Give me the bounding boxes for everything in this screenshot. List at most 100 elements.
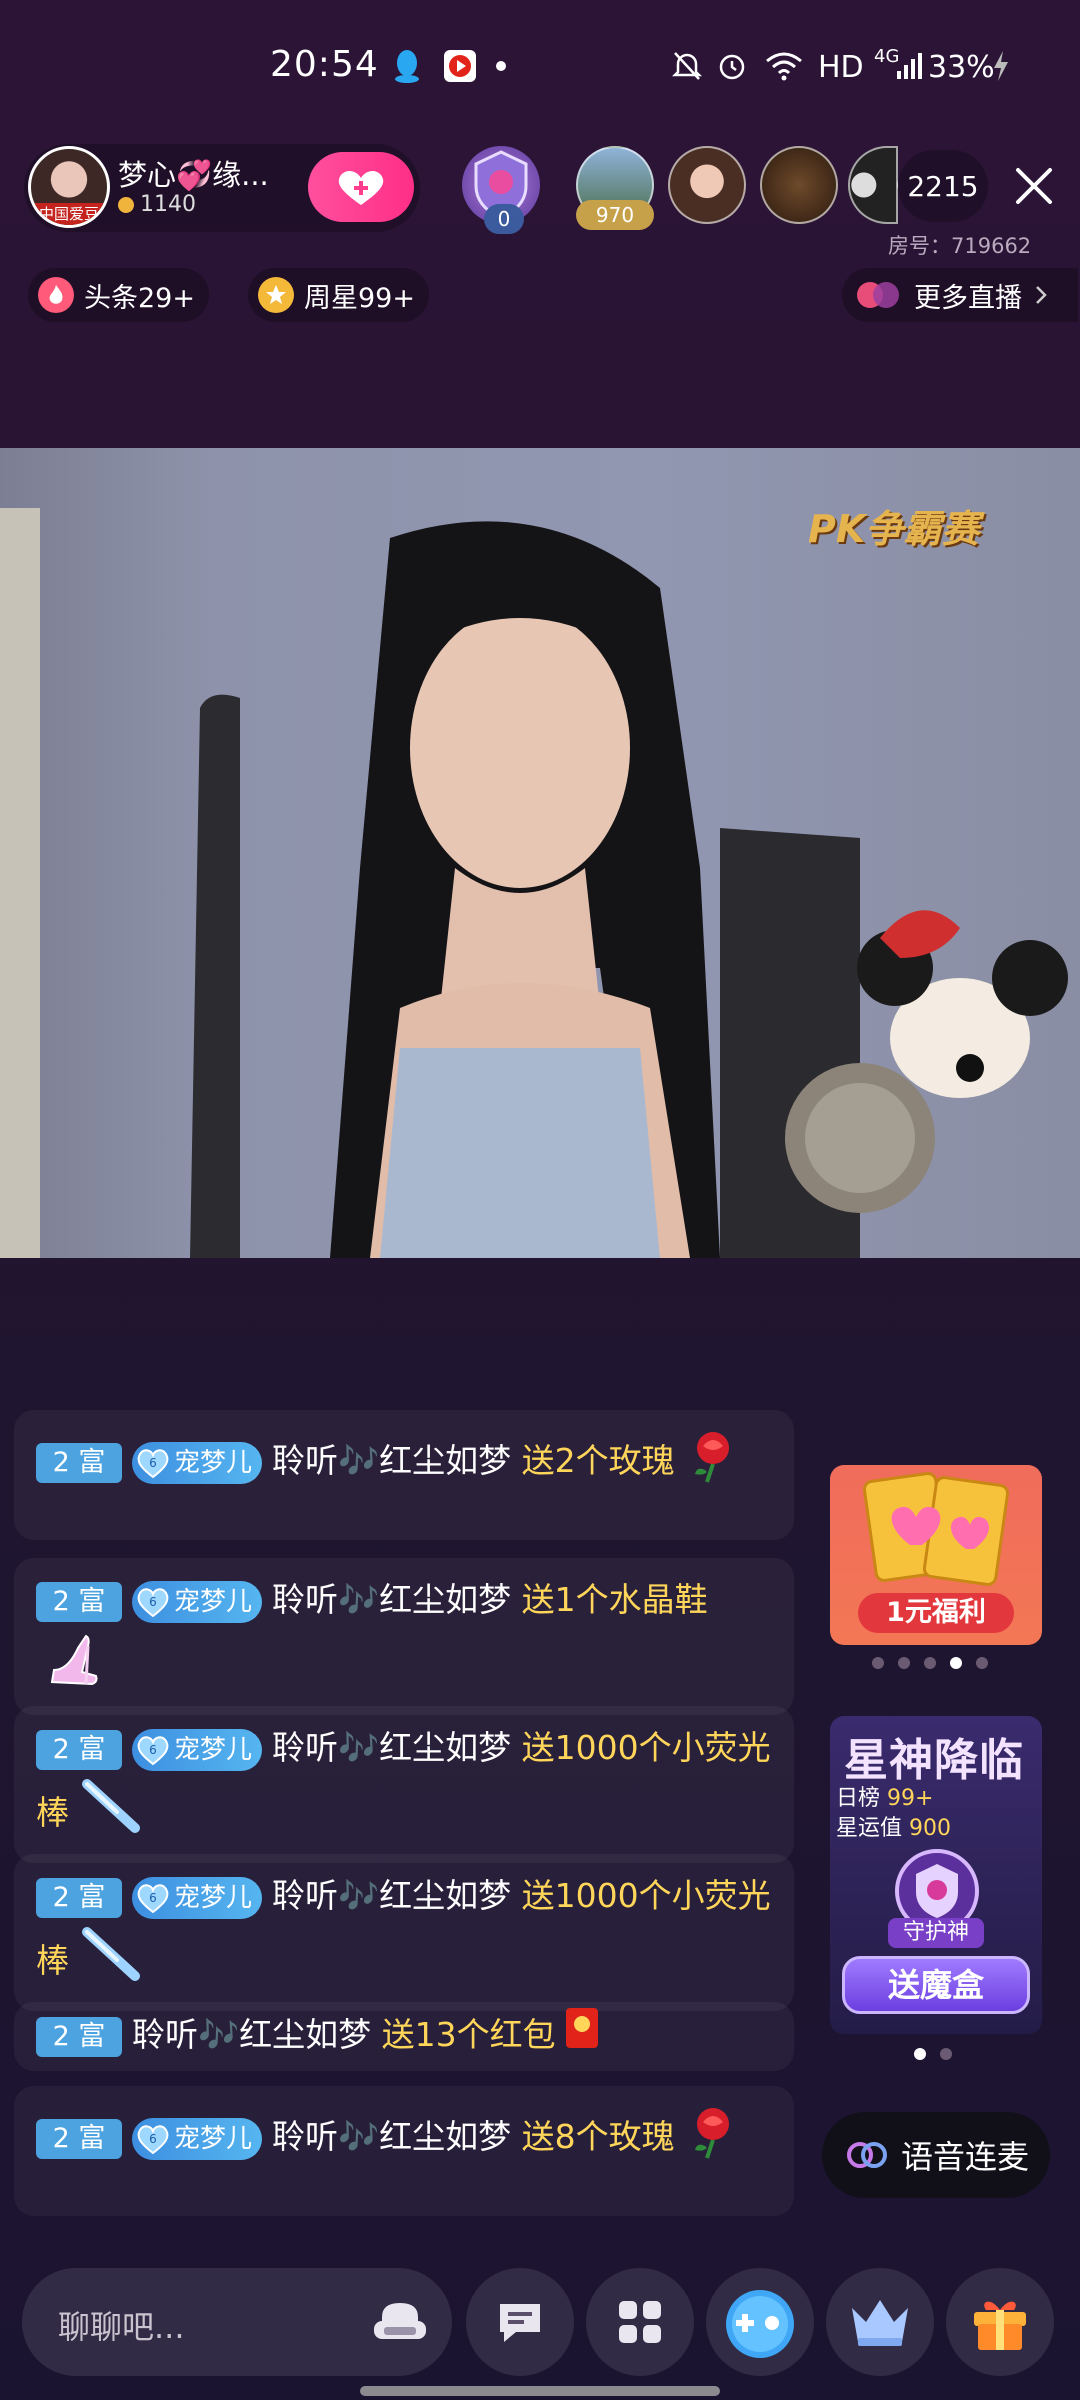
live-video[interactable]: PK争霸赛 — [0, 448, 1080, 1258]
more-live-button[interactable]: 更多直播 — [842, 268, 1078, 322]
chat-message[interactable]: 2 富 6 宠梦儿 聆听🎶红尘如梦 送8个玫瑰 — [14, 2086, 794, 2216]
weekstar-chip[interactable]: 周星99+ — [248, 268, 429, 322]
daily-rank-label: 日榜 — [836, 1786, 881, 1811]
heart-plus-icon — [338, 171, 384, 205]
gift-text: 送13个红包 — [381, 2015, 556, 2054]
gift-text: 送1个水晶鞋 — [521, 1580, 708, 1619]
more-apps-button[interactable] — [586, 2268, 694, 2376]
fan-club-name: 宠梦儿 — [174, 1882, 253, 1913]
headline-chip[interactable]: 头条29+ — [28, 268, 209, 322]
chat-message[interactable]: 2 富 6 宠梦儿 聆听🎶红尘如梦 送1000个小荧光棒 — [14, 1706, 794, 1863]
fan-club-name: 宠梦儿 — [174, 1586, 253, 1617]
svg-text:6: 6 — [149, 2132, 157, 2146]
star-value: 星运值 900 — [836, 1810, 951, 1842]
viewer-avatar[interactable] — [760, 146, 838, 224]
chat-username[interactable]: 聆听🎶红尘如梦 — [272, 1580, 511, 1619]
gift-text: 送2个玫瑰 — [521, 1441, 675, 1480]
voice-link-label: 语音连麦 — [900, 2138, 1029, 2176]
welfare-label: 1元福利 — [858, 1593, 1014, 1633]
room-number: 房号：719662 — [888, 234, 1032, 258]
mute-icon — [670, 48, 704, 84]
anchor-coins: 1140 — [118, 192, 196, 217]
star-value-number: 900 — [909, 1816, 952, 1841]
star-god-pager — [914, 2048, 952, 2060]
fan-club-name: 宠梦儿 — [174, 1447, 253, 1478]
chat-username[interactable]: 聆听🎶红尘如梦 — [272, 1876, 511, 1915]
fan-heart-icon: 6 — [136, 1585, 170, 1619]
chat-message[interactable]: 2 富 6 宠梦儿 聆听🎶红尘如梦 送2个玫瑰 — [14, 1410, 794, 1540]
user-level-badge: 2 富 — [36, 1877, 122, 1918]
daily-rank-value: 99+ — [887, 1786, 934, 1811]
fan-heart-icon: 6 — [136, 1733, 170, 1767]
sofa-button[interactable] — [346, 2268, 454, 2376]
game-button[interactable] — [706, 2268, 814, 2376]
chat-message[interactable]: 2 富聆听🎶红尘如梦 送13个红包 — [14, 2002, 794, 2071]
svg-text:6: 6 — [149, 1891, 157, 1905]
guard-label: 守护神 — [888, 1918, 984, 1948]
fan-club-badge: 6 宠梦儿 — [132, 1876, 263, 1919]
star-value-label: 星运值 — [836, 1816, 903, 1841]
chat-username[interactable]: 聆听🎶红尘如梦 — [132, 2015, 371, 2054]
fan-club-badge: 6 宠梦儿 — [132, 2117, 263, 2160]
viewer-rank-badge: 970 — [576, 200, 654, 230]
fan-heart-icon: 6 — [136, 2122, 170, 2156]
pager-dot[interactable] — [950, 1657, 962, 1669]
wifi-icon — [764, 48, 804, 84]
clock: 20:54 — [270, 44, 379, 85]
message-button[interactable] — [466, 2268, 574, 2376]
user-level-badge: 2 富 — [36, 2118, 122, 2159]
grid-icon — [619, 2301, 661, 2343]
follow-button[interactable] — [308, 152, 414, 222]
pk-logo: PK争霸赛 — [808, 507, 980, 551]
close-icon[interactable] — [1010, 162, 1058, 210]
home-indicator[interactable] — [360, 2386, 720, 2396]
viewer-avatar[interactable] — [668, 146, 746, 224]
pager-dot[interactable] — [976, 1657, 988, 1669]
pager-dot[interactable] — [924, 1657, 936, 1669]
network-label: HD — [818, 50, 864, 85]
chat-username[interactable]: 聆听🎶红尘如梦 — [272, 1728, 511, 1767]
red-envelope-icon — [564, 2006, 600, 2067]
crown-icon — [852, 2300, 908, 2346]
fan-heart-icon: 6 — [136, 1881, 170, 1915]
chat-username[interactable]: 聆听🎶红尘如梦 — [272, 2117, 511, 2156]
viewer-count[interactable]: 2215 — [898, 150, 988, 222]
signal-icon — [894, 48, 926, 84]
headline-chip-label: 头条29+ — [84, 282, 195, 314]
rose-icon — [683, 2100, 743, 2177]
coin-icon — [118, 196, 134, 213]
send-box-button[interactable]: 送魔盒 — [842, 1956, 1030, 2014]
live-rings-icon — [857, 282, 899, 308]
welfare-banner[interactable]: 1元福利 — [830, 1465, 1042, 1645]
pager-dot[interactable] — [914, 2048, 926, 2060]
fan-club-badge: 6 宠梦儿 — [132, 1728, 263, 1771]
pager-dot[interactable] — [940, 2048, 952, 2060]
user-level-badge: 2 富 — [36, 1442, 122, 1483]
sofa-icon — [374, 2303, 426, 2339]
video-scene — [0, 508, 1068, 1258]
glow-stick-icon — [77, 1924, 147, 2001]
status-bar: 20:54 HD 4G 33% — [0, 0, 1080, 135]
vip-button[interactable] — [826, 2268, 934, 2376]
fan-club-name: 宠梦儿 — [174, 2123, 253, 2154]
glow-stick-icon — [77, 1776, 147, 1853]
voice-link-button[interactable]: 语音连麦 — [822, 2112, 1050, 2198]
chat-username[interactable]: 聆听🎶红尘如梦 — [272, 1441, 511, 1480]
game-icon — [726, 2290, 794, 2358]
gift-button[interactable] — [946, 2268, 1054, 2376]
fan-club-name: 宠梦儿 — [174, 1734, 253, 1765]
chevron-right-icon — [1036, 286, 1047, 304]
anchor-coins-value: 1140 — [140, 192, 196, 217]
chat-message[interactable]: 2 富 6 宠梦儿 聆听🎶红尘如梦 送1000个小荧光棒 — [14, 1854, 794, 2011]
more-live-label: 更多直播 — [914, 282, 1022, 314]
star-god-banner[interactable]: 星神降临 日榜 99+ 星运值 900 守护神 送魔盒 — [830, 1716, 1042, 2034]
video-app-icon — [442, 48, 478, 84]
fan-club-badge: 6 宠梦儿 — [132, 1580, 263, 1623]
anchor-avatar[interactable]: 中国爱豆 — [28, 146, 110, 228]
pager-dot[interactable] — [872, 1657, 884, 1669]
pager-dot[interactable] — [898, 1657, 910, 1669]
anchor-name: 梦心💞缘... — [118, 158, 269, 192]
guard-count-badge: 0 — [484, 204, 524, 234]
chat-message[interactable]: 2 富 6 宠梦儿 聆听🎶红尘如梦 送1个水晶鞋 — [14, 1558, 794, 1715]
avatar-tag: 中国爱豆 — [31, 203, 107, 225]
